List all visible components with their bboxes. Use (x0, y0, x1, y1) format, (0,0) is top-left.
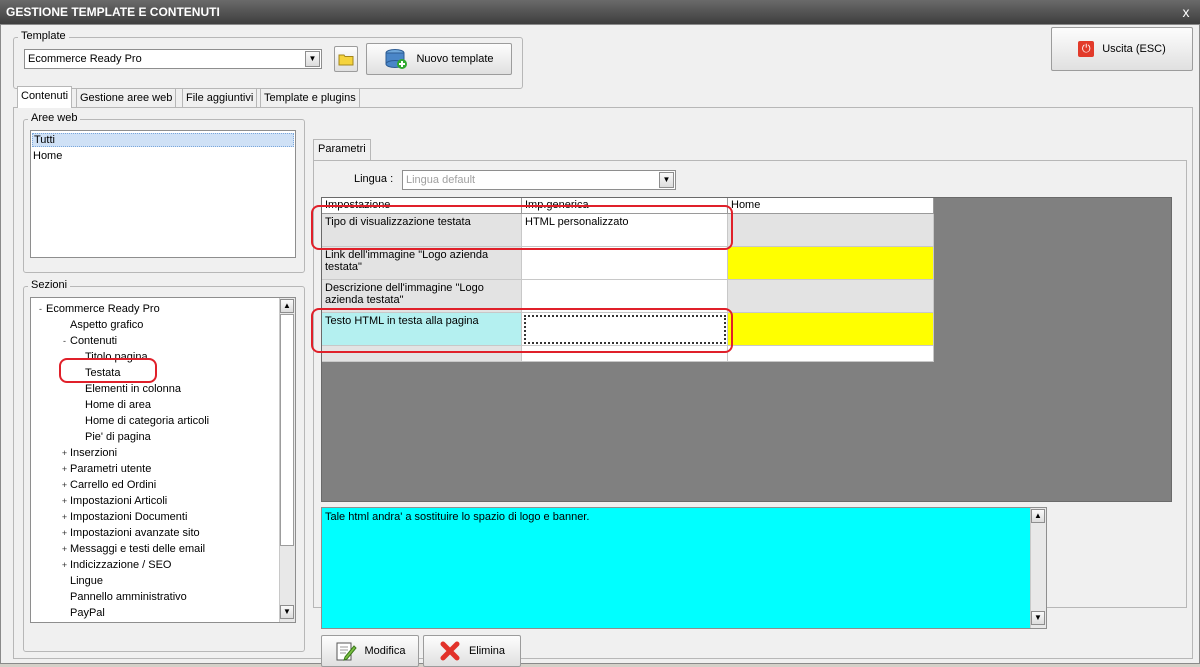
description-box[interactable]: Tale html andra' a sostituire lo spazio … (321, 507, 1047, 629)
tab-contenuti[interactable]: Contenuti (17, 86, 73, 108)
parametri-panel: Lingua : Lingua default ▼ Impostazione I… (311, 160, 1187, 629)
tree-item[interactable]: Messaggi e testi delle email (70, 541, 205, 557)
tree-item[interactable]: Lingue (70, 573, 103, 589)
tree-item[interactable]: Pie' di pagina (85, 429, 151, 445)
tab-parametri[interactable]: Parametri (313, 139, 371, 161)
tree-item[interactable]: Impostazioni avanzate sito (70, 525, 200, 541)
aree-web-legend: Aree web (28, 112, 81, 124)
expand-icon[interactable]: + (60, 449, 69, 458)
delete-icon (440, 641, 460, 661)
highlight-testata (59, 358, 157, 383)
lingua-select[interactable]: Lingua default ▼ (402, 170, 676, 190)
edit-icon (336, 642, 357, 661)
template-group: Template Ecommerce Ready Pro ▼ Nuovo tem… (13, 30, 523, 89)
tab-panel: Aree web Tutti Home Sezioni ▲ ▼ - Ecommer… (13, 107, 1193, 667)
collapse-icon[interactable]: - (60, 337, 69, 346)
open-folder-button[interactable] (334, 46, 358, 72)
aree-web-group: Aree web Tutti Home (23, 112, 305, 273)
description-scrollbar[interactable]: ▲ ▼ (1030, 508, 1046, 628)
tree-item[interactable]: Elementi in colonna (85, 381, 181, 397)
lingua-label: Lingua : (354, 173, 394, 185)
new-template-icon (385, 49, 408, 69)
sezioni-tree[interactable]: ▲ ▼ - Ecommerce Ready Pro Aspetto grafico -… (30, 297, 296, 623)
tree-item[interactable]: Impostazioni Documenti (70, 509, 187, 525)
chevron-down-icon[interactable]: ▼ (305, 51, 320, 67)
sezioni-legend: Sezioni (28, 279, 71, 291)
row-3-home[interactable] (728, 313, 934, 346)
tree-item[interactable]: Contenuti (70, 333, 117, 349)
row-1-home[interactable] (728, 247, 934, 280)
highlight-row-3 (311, 308, 733, 353)
tree-item[interactable]: Parametri utente (70, 461, 151, 477)
row-2-home[interactable] (728, 280, 934, 313)
template-select-value: Ecommerce Ready Pro (28, 53, 142, 65)
window-title: GESTIONE TEMPLATE E CONTENUTI (0, 0, 1200, 24)
template-legend: Template (18, 30, 69, 42)
tab-template-e-plugins[interactable]: Template e plugins (260, 88, 360, 108)
row-1-name: Link dell'immagine "Logo azienda testata… (322, 247, 522, 280)
tree-item[interactable]: PayPal (70, 605, 105, 621)
scroll-up-icon[interactable]: ▲ (1031, 509, 1045, 523)
chevron-down-icon[interactable]: ▼ (659, 172, 674, 188)
tree-item[interactable]: Inserzioni (70, 445, 117, 461)
expand-icon[interactable]: + (60, 545, 69, 554)
scroll-thumb[interactable] (280, 314, 294, 546)
tree-item[interactable]: Home di area (85, 397, 151, 413)
tree-item[interactable]: Home di categoria articoli (85, 413, 209, 429)
tree-item[interactable]: Carrello ed Ordini (70, 477, 156, 493)
aree-web-list[interactable]: Tutti Home (30, 130, 296, 258)
tree-item[interactable]: Pannello amministrativo (70, 589, 187, 605)
scroll-up-icon[interactable]: ▲ (280, 299, 294, 313)
expand-icon[interactable]: + (60, 513, 69, 522)
tree-item[interactable]: Ecommerce Ready Pro (46, 301, 160, 317)
tab-file-aggiuntivi[interactable]: File aggiuntivi (182, 88, 258, 108)
row-1-generic[interactable] (522, 247, 728, 280)
scroll-down-icon[interactable]: ▼ (280, 605, 294, 619)
folder-icon (338, 54, 354, 66)
close-icon[interactable]: x (1178, 0, 1194, 24)
template-select[interactable]: Ecommerce Ready Pro ▼ (24, 49, 322, 69)
lingua-select-value: Lingua default (406, 174, 476, 186)
description-text: Tale html andra' a sostituire lo spazio … (325, 511, 590, 523)
row-4-home[interactable] (728, 346, 934, 362)
highlight-row-0 (311, 205, 733, 250)
expand-icon[interactable]: + (60, 481, 69, 490)
exit-label: Uscita (ESC) (1102, 43, 1166, 55)
expand-icon[interactable]: + (60, 529, 69, 538)
expand-icon[interactable]: + (60, 561, 69, 570)
tree-item[interactable]: Aspetto grafico (70, 317, 143, 333)
modifica-button[interactable]: Modifica (321, 635, 419, 667)
row-0-home[interactable] (728, 214, 934, 247)
list-item-home[interactable]: Home (33, 149, 62, 163)
elimina-label: Elimina (468, 645, 506, 657)
tree-item[interactable]: Impostazioni Articoli (70, 493, 167, 509)
power-icon: ⏻ (1078, 41, 1095, 57)
list-item-tutti[interactable]: Tutti (32, 133, 294, 147)
elimina-button[interactable]: Elimina (423, 635, 521, 667)
sezioni-group: Sezioni ▲ ▼ - Ecommerce Ready Pro Aspetto … (23, 279, 305, 652)
tree-scrollbar[interactable]: ▲ ▼ (279, 298, 295, 622)
collapse-icon[interactable]: - (36, 305, 45, 314)
tab-gestione-aree-web[interactable]: Gestione aree web (76, 88, 177, 108)
column-header-home[interactable]: Home (728, 198, 934, 214)
exit-button[interactable]: ⏻ Uscita (ESC) (1051, 27, 1193, 71)
main-window: Template Ecommerce Ready Pro ▼ Nuovo tem… (0, 24, 1200, 667)
new-template-label: Nuovo template (416, 53, 494, 65)
new-template-button[interactable]: Nuovo template (366, 43, 512, 75)
expand-icon[interactable]: + (60, 465, 69, 474)
scroll-down-icon[interactable]: ▼ (1031, 611, 1045, 625)
tree-item[interactable]: Indicizzazione / SEO (70, 557, 172, 573)
modifica-label: Modifica (364, 645, 406, 657)
expand-icon[interactable]: + (60, 497, 69, 506)
